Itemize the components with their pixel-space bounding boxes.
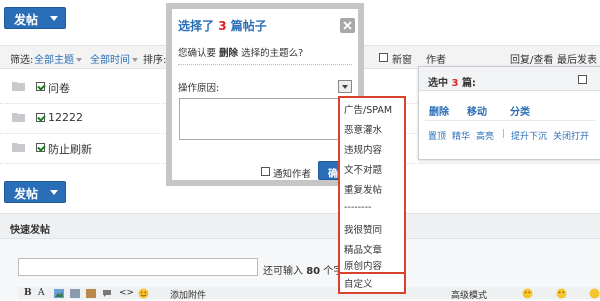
filter-all-topics[interactable]: 全部主题 — [34, 51, 82, 66]
reason-menu-item[interactable]: 恶意灌水 — [340, 122, 408, 136]
chevron-down-icon — [50, 16, 58, 21]
reply-view-header: 回复/查看 — [510, 55, 554, 66]
confirm-button-label: 确 — [328, 169, 338, 180]
thread-checkbox[interactable] — [36, 143, 45, 152]
font-color-button[interactable]: A — [38, 288, 45, 298]
reason-menu-item[interactable]: 精品文章 — [340, 242, 408, 256]
post-button-label: 发帖 — [14, 187, 39, 201]
action-delete[interactable]: 删除 — [429, 103, 449, 118]
modal-title-prefix: 选择了 — [178, 19, 215, 33]
divider — [178, 64, 352, 65]
reason-menu-item[interactable]: 违规内容 — [340, 142, 408, 156]
close-button[interactable] — [340, 18, 355, 33]
flash-icon[interactable] — [86, 289, 96, 298]
thread-title[interactable]: 12222 — [48, 111, 83, 124]
smiley-icon[interactable] — [556, 288, 567, 299]
modal-title-suffix: 篇帖子 — [230, 19, 267, 33]
modal-title-count: 3 — [218, 19, 227, 33]
add-attachment-link[interactable]: 添加附件 — [170, 288, 206, 301]
select-all-checkbox[interactable] — [578, 75, 587, 84]
separator: | — [502, 129, 506, 139]
new-window-checkbox[interactable] — [379, 53, 388, 62]
notify-author-label: 通知作者 — [273, 169, 312, 180]
quick-post-header: 快速发帖 — [10, 225, 50, 236]
confirm-action: 删除 — [219, 48, 239, 59]
reason-menu: 广告/SPAM 恶意灌水 违规内容 文不对题 重复发帖 -------- 我很赞… — [338, 96, 406, 274]
code-icon[interactable]: <> — [119, 288, 134, 298]
folder-icon — [12, 143, 25, 152]
chevron-down-icon — [76, 58, 82, 62]
selected-prefix: 选中 — [428, 78, 448, 89]
link-bump[interactable]: 提升下沉 — [511, 129, 547, 142]
reason-dropdown-toggle[interactable] — [338, 80, 352, 93]
quote-icon[interactable] — [102, 289, 112, 298]
reason-menu-separator: -------- — [344, 202, 372, 213]
thread-checkbox[interactable] — [36, 82, 45, 91]
modal-title: 选择了 3 篇帖子 — [178, 17, 267, 34]
chevron-down-icon — [132, 58, 138, 62]
filter-all-topics-label: 全部主题 — [34, 55, 74, 66]
confirm-prefix: 您确认要 — [178, 48, 217, 59]
filter-prefix: 筛选: — [10, 55, 34, 66]
smiley-icon[interactable] — [138, 288, 149, 299]
reason-menu-item[interactable]: 广告/SPAM — [340, 102, 408, 116]
post-button-bottom[interactable]: 发帖 — [4, 181, 66, 203]
new-window-label: 新窗 — [392, 55, 412, 66]
thread-checkbox[interactable] — [36, 113, 45, 122]
reason-menu-item-custom[interactable]: 自定义 — [338, 274, 406, 294]
confirm-text: 您确认要 删除 选择的主题么? — [178, 45, 303, 59]
advanced-mode-link[interactable]: 高级模式 — [451, 288, 487, 301]
link-icon[interactable] — [70, 289, 80, 298]
close-icon — [343, 21, 352, 30]
remaining-count: 80 — [306, 266, 321, 277]
divider — [425, 120, 595, 121]
bold-button[interactable]: B — [24, 288, 32, 298]
confirm-suffix: 选择的主题么? — [241, 48, 304, 59]
sort-prefix: 排序: — [143, 55, 167, 66]
last-post-header: 最后发表 — [557, 55, 597, 66]
reason-menu-item[interactable]: 重复发帖 — [340, 182, 408, 196]
author-header: 作者 — [426, 55, 446, 66]
image-icon[interactable] — [54, 289, 64, 298]
remaining-prefix: 还可输入 — [263, 266, 303, 277]
folder-icon — [12, 82, 25, 91]
reason-label: 操作原因: — [178, 83, 220, 94]
thread-title[interactable]: 防止刷新 — [48, 141, 92, 157]
folder-icon — [12, 113, 25, 122]
action-category[interactable]: 分类 — [510, 103, 530, 118]
selected-suffix: 篇: — [461, 78, 476, 89]
link-highlight[interactable]: 高亮 — [476, 129, 494, 142]
smiley-icon[interactable] — [589, 288, 600, 299]
post-button-label: 发帖 — [14, 13, 39, 27]
subject-input[interactable] — [18, 258, 258, 276]
reason-menu-item[interactable]: 原创内容 — [340, 258, 408, 272]
action-move[interactable]: 移动 — [467, 103, 487, 118]
confirm-delete-modal — [172, 9, 358, 180]
reason-textarea[interactable] — [179, 98, 352, 140]
chevron-down-icon — [342, 85, 348, 89]
reason-menu-item[interactable]: 我很赞同 — [340, 222, 408, 236]
link-close-open[interactable]: 关闭打开 — [553, 129, 589, 142]
link-digest[interactable]: 精华 — [452, 129, 470, 142]
chevron-down-icon — [50, 190, 58, 195]
smiley-icon[interactable] — [522, 288, 533, 299]
thread-title[interactable]: 问卷 — [48, 80, 70, 96]
remaining-chars: 还可输入 80 个字 — [263, 262, 343, 277]
filter-all-time[interactable]: 全部时间 — [90, 51, 138, 66]
selected-count-text: 选中 3 篇: — [428, 74, 476, 89]
notify-author-checkbox[interactable] — [261, 167, 270, 176]
reason-menu-item-label: 自定义 — [344, 279, 373, 290]
selected-count: 3 — [451, 78, 459, 89]
quick-post-header-bar — [0, 214, 600, 239]
post-button[interactable]: 发帖 — [4, 7, 66, 29]
link-stick[interactable]: 置顶 — [428, 129, 446, 142]
reason-menu-item[interactable]: 文不对题 — [340, 162, 408, 176]
filter-all-time-label: 全部时间 — [90, 55, 130, 66]
